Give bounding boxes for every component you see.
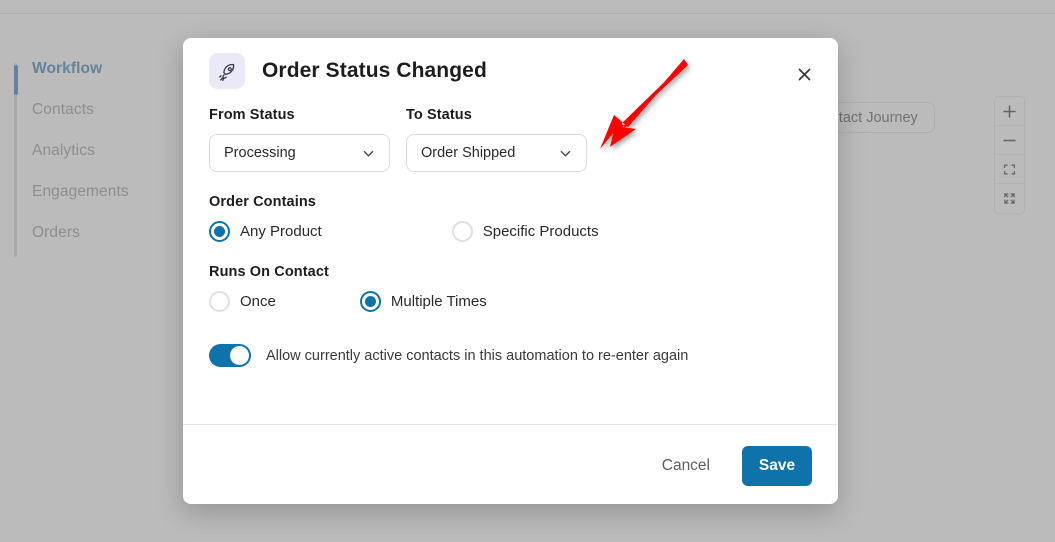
runs-on-contact-section: Runs On Contact Once Multiple Times [209, 264, 812, 312]
reenter-toggle-row: Allow currently active contacts in this … [209, 344, 812, 367]
close-button[interactable] [790, 60, 818, 88]
order-contains-radio-group: Any Product Specific Products [209, 221, 812, 242]
radio-label: Specific Products [482, 223, 599, 240]
radio-label: Any Product [240, 223, 322, 240]
radio-mark [209, 291, 230, 312]
rocket-icon-badge [209, 53, 245, 89]
radio-dot [364, 296, 376, 307]
modal-body: From Status Processing To Status Order S… [183, 107, 838, 424]
radio-dot [214, 226, 225, 237]
radio-mark [451, 221, 473, 242]
radio-specific-products[interactable]: Specific Products [451, 221, 599, 242]
chevron-down-icon [363, 150, 374, 156]
to-status-dropdown[interactable]: Order Shipped [406, 134, 587, 172]
reenter-toggle[interactable] [209, 344, 251, 367]
cancel-button[interactable]: Cancel [662, 457, 710, 475]
rocket-icon [218, 63, 234, 81]
radio-label: Multiple Times [390, 293, 487, 310]
radio-once[interactable]: Once [209, 291, 276, 312]
to-status-label: To Status [406, 107, 472, 123]
radio-any-product[interactable]: Any Product [209, 221, 322, 242]
order-contains-section: Order Contains Any Product Specific Prod… [209, 194, 812, 242]
modal-footer: Cancel Save [183, 424, 838, 504]
radio-mark [209, 221, 230, 242]
to-status-field: To Status Order Shipped [406, 107, 587, 172]
runs-on-contact-radio-group: Once Multiple Times [209, 291, 812, 312]
modal-header: Order Status Changed [183, 38, 838, 104]
chevron-down-icon [560, 150, 571, 156]
close-icon [798, 68, 810, 80]
order-status-changed-modal: Order Status Changed From Status Process… [183, 38, 838, 504]
from-status-dropdown[interactable]: Processing [209, 134, 390, 172]
from-status-value: Processing [224, 145, 296, 161]
toggle-knob [230, 346, 249, 365]
radio-label: Once [240, 293, 276, 310]
runs-on-contact-label: Runs On Contact [209, 264, 329, 280]
save-button[interactable]: Save [742, 446, 812, 486]
radio-mark [359, 291, 381, 312]
from-status-label: From Status [209, 107, 295, 123]
to-status-value: Order Shipped [421, 145, 516, 161]
order-contains-label: Order Contains [209, 194, 316, 210]
from-status-field: From Status Processing [209, 107, 390, 172]
radio-multiple-times[interactable]: Multiple Times [359, 291, 487, 312]
status-row: From Status Processing To Status Order S… [209, 107, 812, 172]
modal-title: Order Status Changed [262, 59, 487, 82]
reenter-toggle-label: Allow currently active contacts in this … [266, 347, 689, 364]
